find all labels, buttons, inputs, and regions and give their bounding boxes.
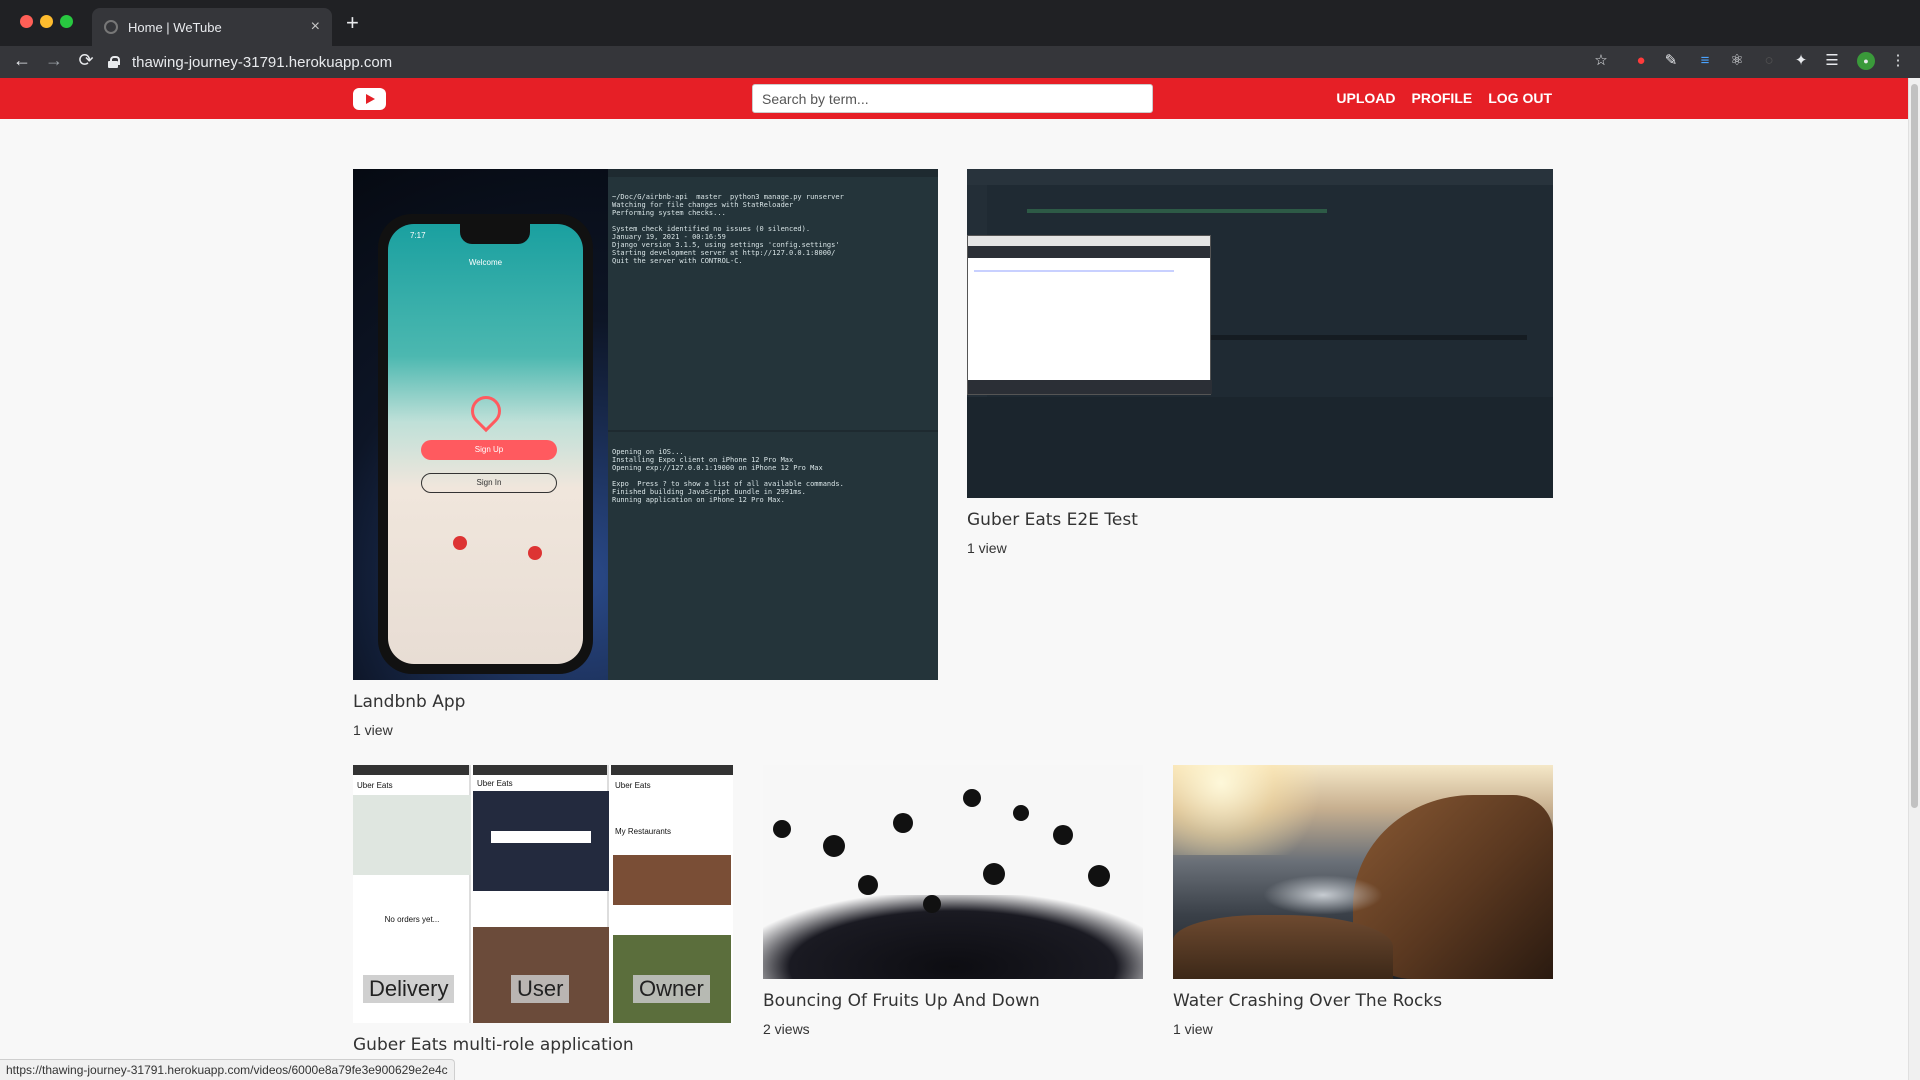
bookmark-star-icon[interactable]: ☆	[1592, 52, 1610, 70]
profile-avatar[interactable]: ●	[1857, 52, 1875, 70]
browser-toolbar: ← → ⟳ thawing-journey-31791.herokuapp.co…	[0, 46, 1920, 78]
video-thumbnail[interactable]: 7:17 Welcome Sign Up Sign In ~/Doc/G/air…	[353, 169, 938, 680]
video-title[interactable]: Water Crashing Over The Rocks	[1173, 991, 1553, 1011]
extension-react-icon[interactable]: ⚛	[1728, 52, 1746, 70]
page-scrollbar[interactable]	[1908, 78, 1920, 1080]
tab-close-icon[interactable]: ×	[311, 18, 320, 36]
cypress-test-window	[967, 235, 1212, 395]
my-restaurants-text: My Restaurants	[615, 827, 672, 836]
video-views: 2 views	[763, 1021, 810, 1037]
extensions-puzzle-icon[interactable]: ✦	[1792, 52, 1810, 70]
airbnb-logo-icon	[464, 389, 508, 433]
delivery-panel: Uber Eats No orders yet... Delivery	[353, 765, 471, 1023]
user-panel: Uber Eats User	[473, 765, 609, 1023]
video-views: 1 view	[353, 722, 393, 738]
address-bar[interactable]: thawing-journey-31791.herokuapp.com	[108, 47, 1613, 77]
video-views: 1 view	[967, 540, 1007, 556]
upload-link[interactable]: UPLOAD	[1336, 90, 1395, 106]
profile-link[interactable]: PROFILE	[1412, 90, 1473, 106]
video-title[interactable]: Landbnb App	[353, 692, 938, 712]
browser-tab[interactable]: Home | WeTube ×	[92, 8, 332, 46]
maximize-window-button[interactable]	[60, 15, 73, 28]
reading-list-icon[interactable]: ☰	[1823, 52, 1841, 70]
video-title[interactable]: Guber Eats E2E Test	[967, 510, 1553, 530]
terminal-window-top: ~/Doc/G/airbnb-api master python3 manage…	[608, 177, 938, 430]
video-card[interactable]: 7:17 Welcome Sign Up Sign In ~/Doc/G/air…	[353, 169, 938, 738]
video-card[interactable]: Uber Eats No orders yet... Delivery Uber…	[353, 765, 733, 1065]
tab-title: Home | WeTube	[128, 19, 222, 35]
welcome-text: Welcome	[468, 258, 503, 267]
owner-label: Owner	[633, 975, 710, 1003]
status-bar-url: https://thawing-journey-31791.herokuapp.…	[0, 1059, 455, 1080]
wetube-logo[interactable]	[353, 88, 386, 110]
video-views: 1 view	[1173, 1021, 1213, 1037]
video-title[interactable]: Bouncing Of Fruits Up And Down	[763, 991, 1143, 1011]
back-icon[interactable]: ←	[10, 50, 34, 71]
video-thumbnail[interactable]: Uber Eats No orders yet... Delivery Uber…	[353, 765, 733, 1023]
delivery-label: Delivery	[363, 975, 455, 1003]
extension-red-icon[interactable]: ●	[1632, 52, 1650, 70]
phone-mockup: 7:17 Welcome Sign Up Sign In	[378, 214, 593, 674]
user-label: User	[511, 975, 570, 1003]
video-card[interactable]: Bouncing Of Fruits Up And Down 2 views	[763, 765, 1143, 1037]
favicon-icon	[104, 20, 118, 34]
map-area	[353, 795, 471, 875]
phone-time: 7:17	[410, 231, 426, 240]
no-orders-text: No orders yet...	[384, 915, 440, 924]
video-card[interactable]: Guber Eats E2E Test 1 view	[967, 169, 1553, 556]
new-tab-button[interactable]: +	[346, 10, 359, 36]
video-title[interactable]: Guber Eats multi-role application	[353, 1035, 733, 1055]
terminal-window-bottom: Opening on iOS... Installing Expo client…	[608, 432, 938, 680]
site-header: UPLOAD PROFILE LOG OUT	[0, 78, 1908, 119]
minimize-window-button[interactable]	[40, 15, 53, 28]
url-text: thawing-journey-31791.herokuapp.com	[132, 53, 393, 71]
brand-label: Uber Eats	[357, 781, 393, 790]
owner-panel: Uber Eats My Restaurants Owner	[611, 765, 733, 1023]
search-input[interactable]	[752, 84, 1153, 113]
chrome-menu-icon[interactable]: ⋮	[1889, 52, 1907, 70]
header-nav: UPLOAD PROFILE LOG OUT	[1336, 90, 1552, 106]
video-thumbnail[interactable]	[967, 169, 1553, 498]
sign-in-button: Sign In	[421, 473, 557, 493]
browser-tab-strip: Home | WeTube × +	[0, 0, 1920, 46]
extension-menu-icon[interactable]: ≡	[1696, 52, 1714, 70]
video-thumbnail[interactable]	[763, 765, 1143, 979]
video-card[interactable]: Water Crashing Over The Rocks 1 view	[1173, 765, 1553, 1037]
logout-link[interactable]: LOG OUT	[1488, 90, 1552, 106]
video-thumbnail[interactable]	[1173, 765, 1553, 979]
close-window-button[interactable]	[20, 15, 33, 28]
sign-up-button: Sign Up	[421, 440, 557, 460]
scrollbar-thumb[interactable]	[1911, 84, 1918, 808]
lock-icon	[108, 56, 120, 68]
extension-circle-icon[interactable]: ○	[1760, 52, 1778, 70]
forward-icon[interactable]: →	[42, 50, 66, 71]
extension-pen-icon[interactable]: ✎	[1662, 52, 1680, 70]
reload-icon[interactable]: ⟳	[74, 50, 98, 71]
